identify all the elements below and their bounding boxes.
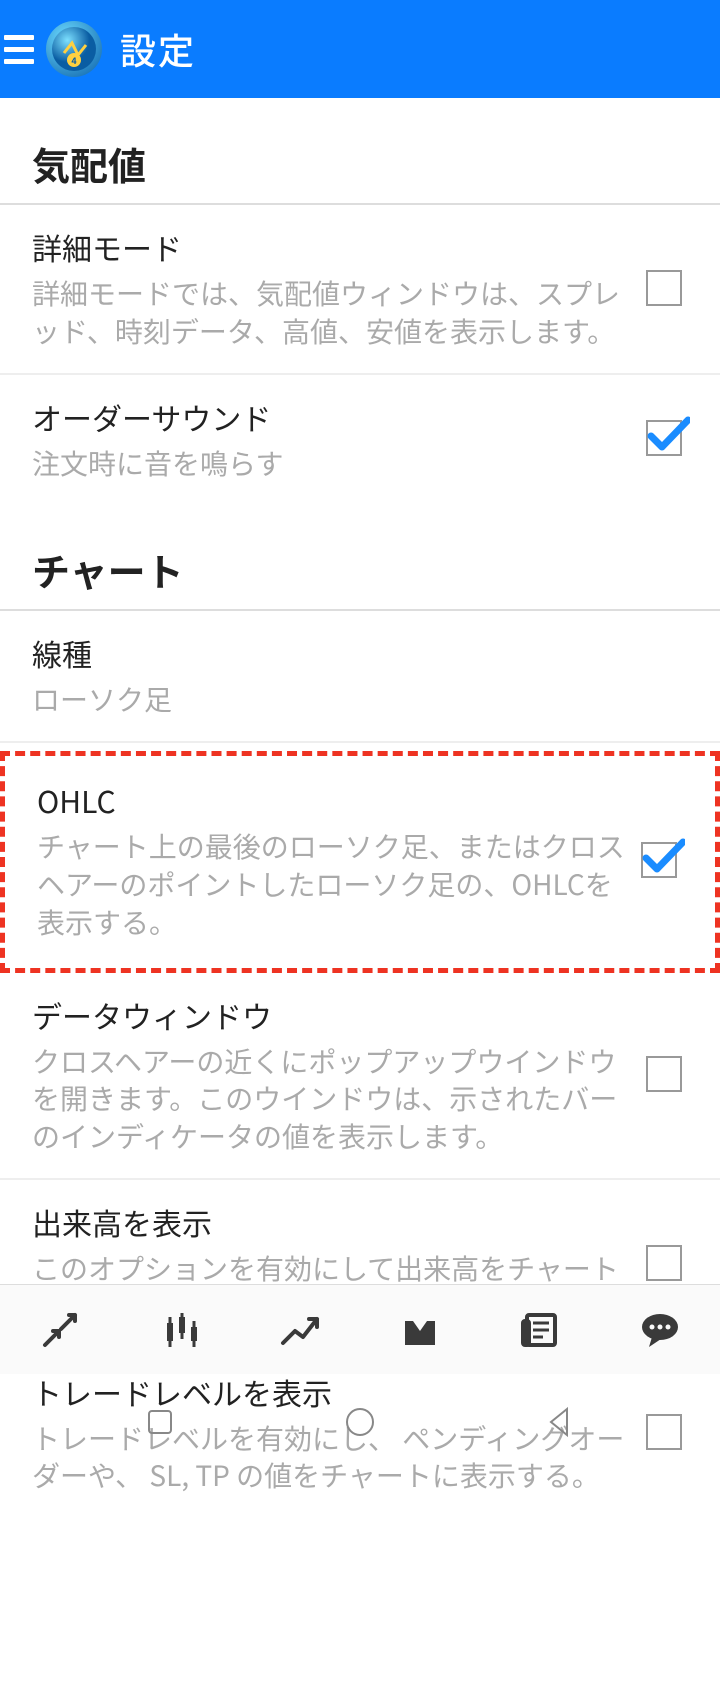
tab-trade-icon[interactable]: [270, 1302, 330, 1358]
section-header-chart: チャート: [0, 504, 720, 611]
data-window-desc: クロスヘアーの近くにポップアップウインドウを開きます。このウインドウは、示された…: [32, 1043, 630, 1156]
line-type-title: 線種: [32, 631, 678, 675]
app-header: 4 設定: [0, 0, 720, 98]
volume-title: 出来高を表示: [32, 1200, 630, 1244]
order-sound-desc: 注文時に音を鳴らす: [32, 445, 630, 483]
system-back-icon[interactable]: [536, 1398, 584, 1446]
detail-mode-checkbox[interactable]: [646, 270, 682, 306]
tab-news-icon[interactable]: [510, 1302, 570, 1358]
highlight-ohlc: OHLC チャート上の最後のローソク足、またはクロスヘアーのポイントしたローソク…: [0, 751, 720, 972]
tab-quotes-icon[interactable]: [30, 1302, 90, 1358]
system-recent-icon[interactable]: [136, 1398, 184, 1446]
row-order-sound[interactable]: オーダーサウンド 注文時に音を鳴らす: [0, 375, 720, 505]
ohlc-desc: チャート上の最後のローソク足、またはクロスヘアーのポイントしたローソク足の、OH…: [37, 828, 625, 941]
app-logo-icon: 4: [46, 21, 102, 77]
order-sound-checkbox[interactable]: [646, 420, 682, 456]
line-type-value: ローソク足: [32, 681, 678, 719]
row-line-type[interactable]: 線種 ローソク足: [0, 611, 720, 743]
svg-text:4: 4: [71, 54, 77, 67]
system-home-icon[interactable]: [336, 1398, 384, 1446]
ohlc-title: OHLC: [37, 778, 625, 822]
row-data-window[interactable]: データウィンドウ クロスヘアーの近くにポップアップウインドウを開きます。このウイ…: [0, 973, 720, 1180]
volume-checkbox[interactable]: [646, 1245, 682, 1281]
data-window-title: データウィンドウ: [32, 993, 630, 1037]
row-detail-mode[interactable]: 詳細モード 詳細モードでは、気配値ウィンドウは、スプレッド、時刻データ、高値、安…: [0, 205, 720, 375]
bottom-tabbar: [0, 1284, 720, 1374]
system-nav: [0, 1374, 720, 1470]
detail-mode-title: 詳細モード: [32, 225, 630, 269]
ohlc-checkbox[interactable]: [641, 842, 677, 878]
page-title: 設定: [120, 23, 196, 75]
tab-chart-icon[interactable]: [150, 1302, 210, 1358]
tab-messages-icon[interactable]: [630, 1302, 690, 1358]
menu-icon[interactable]: [4, 31, 40, 67]
data-window-checkbox[interactable]: [646, 1056, 682, 1092]
detail-mode-desc: 詳細モードでは、気配値ウィンドウは、スプレッド、時刻データ、高値、安値を表示しま…: [32, 275, 630, 351]
order-sound-title: オーダーサウンド: [32, 395, 630, 439]
row-ohlc[interactable]: OHLC チャート上の最後のローソク足、またはクロスヘアーのポイントしたローソク…: [5, 756, 715, 967]
tab-history-icon[interactable]: [390, 1302, 450, 1358]
section-header-quotes: 気配値: [0, 98, 720, 205]
